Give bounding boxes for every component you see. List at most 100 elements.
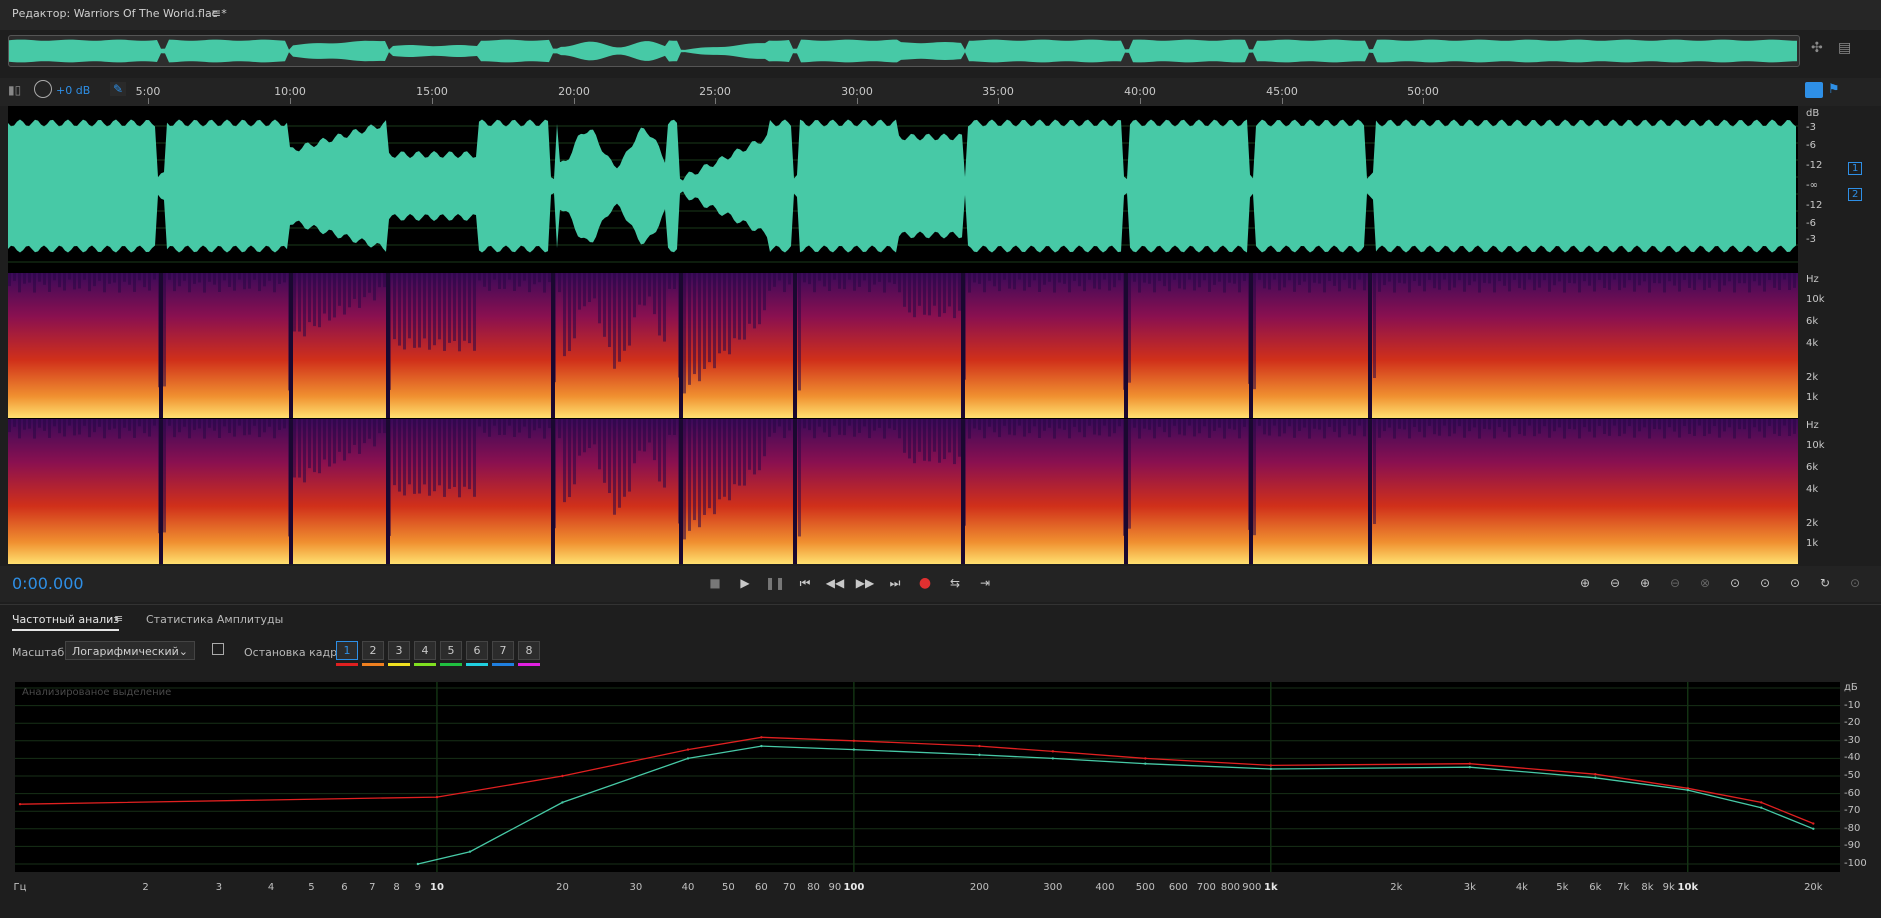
freq-scale-label: 10k — [1806, 294, 1825, 305]
spectrogram-band — [1608, 273, 1611, 290]
spectrogram-band — [1158, 419, 1161, 427]
spectrogram-band — [1298, 273, 1301, 285]
frame-button-2[interactable]: 2 — [362, 641, 384, 660]
zoom-mode-icon[interactable]: ⊙ — [1845, 574, 1865, 592]
spectrogram-band — [1783, 273, 1786, 280]
spectrogram-band — [378, 419, 381, 434]
spectrogram-band — [1348, 419, 1351, 435]
spectrogram-band — [1003, 419, 1006, 426]
frame-button-5[interactable]: 5 — [440, 641, 462, 660]
zoom-out-time-icon[interactable]: ⊖ — [1665, 574, 1685, 592]
volume-knob[interactable] — [34, 80, 52, 98]
spectrogram-band — [1793, 419, 1796, 434]
series-point — [1051, 757, 1055, 760]
channel-2-button[interactable]: 2 — [1848, 188, 1863, 201]
level-readout[interactable]: +0 dB — [56, 84, 90, 97]
spectrogram-band — [683, 419, 686, 540]
pause-icon[interactable]: ❚❚ — [765, 574, 785, 592]
rewind-icon[interactable]: ◀◀ — [825, 574, 845, 592]
marker-icon[interactable]: ⚑ — [1828, 82, 1840, 97]
zoom-selection-icon[interactable]: ⊙ — [1725, 574, 1745, 592]
spectrogram-band — [818, 419, 821, 427]
y-tick-label: -100 — [1844, 858, 1867, 869]
scale-select[interactable]: Логарифмический ⌄ — [65, 641, 195, 660]
meter-icon[interactable]: ▮▯ — [8, 83, 21, 97]
record-icon[interactable]: ● — [915, 574, 935, 592]
spectrogram-band — [248, 419, 251, 435]
spectrogram-band — [318, 273, 321, 328]
frame-button-7[interactable]: 7 — [492, 641, 514, 660]
panel-toggle-icon[interactable]: ▤ — [1838, 40, 1851, 56]
pin-icon[interactable]: ✎ — [110, 82, 127, 96]
zoom-in-time-icon[interactable]: ⊕ — [1635, 574, 1655, 592]
spectrogram-band — [298, 273, 301, 332]
frame-button-4[interactable]: 4 — [414, 641, 436, 660]
spectrogram-band — [1153, 419, 1156, 439]
spectrogram-band — [813, 419, 816, 439]
spectrogram-channel-1[interactable] — [8, 273, 1798, 418]
spectrogram-band — [1118, 273, 1121, 281]
frame-button-6[interactable]: 6 — [466, 641, 488, 660]
skip-end-icon[interactable]: ⏭ — [885, 574, 905, 592]
tab-amplitude-stats[interactable]: Статистика Амплитуды — [146, 613, 283, 626]
channel-1-button[interactable]: 1 — [1848, 162, 1863, 175]
spectrogram-band — [893, 419, 896, 430]
spectrogram-band — [833, 419, 836, 426]
spectrogram-band — [1108, 273, 1111, 291]
spectrogram-channel-2[interactable] — [8, 419, 1798, 564]
spectrogram-band — [1778, 419, 1781, 436]
zoom-out-amplitude-icon[interactable]: ⊖ — [1605, 574, 1625, 592]
tab-frequency-analysis[interactable]: Частотный анализ — [12, 613, 120, 631]
spectrogram-band — [1028, 419, 1031, 434]
spectrogram-band — [1688, 273, 1691, 288]
frame-button-1[interactable]: 1 — [336, 641, 358, 660]
stop-icon[interactable]: ■ — [705, 574, 725, 592]
spectrogram-band — [773, 273, 776, 287]
spectrogram-band — [133, 419, 136, 438]
copy-icon[interactable] — [212, 643, 224, 655]
spectrogram-band — [68, 273, 71, 280]
zoom-in-amplitude-icon[interactable]: ⊕ — [1575, 574, 1595, 592]
frame-button-3[interactable]: 3 — [388, 641, 410, 660]
overview-waveform[interactable] — [8, 35, 1800, 67]
spectrogram-band — [23, 273, 26, 284]
zoom-reset-icon[interactable]: ↻ — [1815, 574, 1835, 592]
zoom-right-icon[interactable]: ⊙ — [1785, 574, 1805, 592]
freq-scale-label: 6k — [1806, 462, 1819, 473]
fast-forward-icon[interactable]: ▶▶ — [855, 574, 875, 592]
spectrogram-band — [243, 273, 246, 290]
tab-menu-icon[interactable]: ≡ — [114, 612, 123, 625]
spectrogram-band — [18, 273, 21, 293]
zoom-fit-icon[interactable]: ✣ — [1811, 40, 1823, 56]
frame-button-8[interactable]: 8 — [518, 641, 540, 660]
spectrogram-band — [1113, 273, 1116, 288]
spectrogram-band — [1583, 419, 1586, 428]
spectrogram-band — [1563, 419, 1566, 439]
frequency-graph[interactable] — [15, 682, 1840, 872]
time-ruler[interactable]: ▮▯ +0 dB ✎ ⚑ 5:00 10:00 15:00 20:00 25:00 30:… — [0, 78, 1881, 106]
spectrogram-band — [1018, 273, 1021, 280]
spectrogram-band — [1463, 419, 1466, 438]
skip-selection-icon[interactable]: ⇥ — [975, 574, 995, 592]
spectrogram-band — [1498, 273, 1501, 282]
spectrogram-band — [683, 273, 686, 394]
spectrogram-band — [1473, 419, 1476, 428]
loop-icon[interactable]: ⇆ — [945, 574, 965, 592]
spectrogram-band — [233, 419, 236, 437]
skip-start-icon[interactable]: ⏮ — [795, 574, 815, 592]
play-icon[interactable]: ▶ — [735, 574, 755, 592]
spectrogram-band — [1243, 273, 1246, 281]
zoom-full-icon[interactable]: ⊗ — [1695, 574, 1715, 592]
zoom-left-icon[interactable]: ⊙ — [1755, 574, 1775, 592]
hamburger-icon[interactable]: ≡ — [211, 6, 221, 20]
x-tick-label: 6 — [341, 882, 348, 893]
spectrogram-band — [418, 419, 421, 494]
spectrogram-band — [833, 273, 836, 280]
spectrogram-band — [268, 273, 271, 281]
timecode-display[interactable]: 0:00.000 — [12, 574, 84, 593]
waveform-display[interactable] — [8, 106, 1798, 266]
snap-icon[interactable] — [1805, 82, 1823, 98]
y-tick-label: -40 — [1844, 752, 1861, 764]
spectrogram-band — [168, 273, 171, 280]
spectrogram-band — [1603, 419, 1606, 435]
